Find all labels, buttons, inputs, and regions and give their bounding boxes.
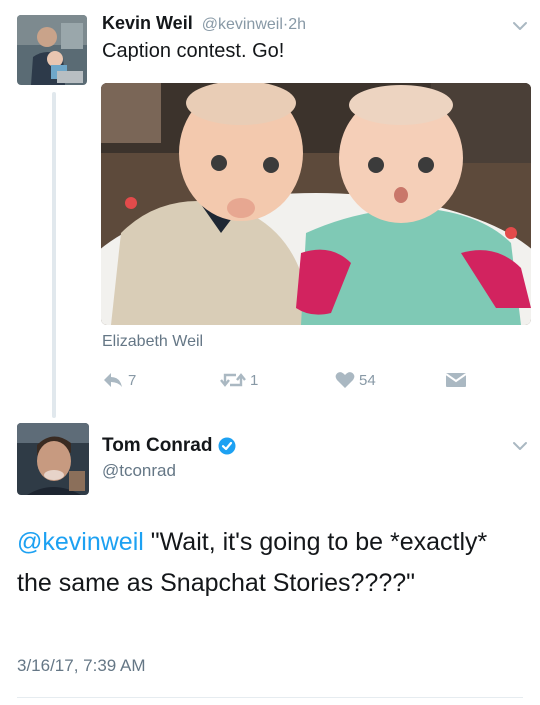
author-handle[interactable]: @kevinweil (202, 16, 283, 33)
reply-icon (104, 373, 122, 387)
chevron-down-icon[interactable] (512, 21, 528, 31)
retweet-button[interactable]: 1 (220, 371, 258, 389)
retweet-count: 1 (250, 371, 259, 389)
divider (17, 697, 523, 698)
tweet-header: Kevin Weil @kevinweil·2h (102, 13, 306, 34)
retweet-icon (220, 373, 246, 387)
like-button[interactable]: 54 (335, 371, 376, 389)
author-name[interactable]: Tom Conrad (102, 435, 212, 457)
verified-badge-icon (218, 437, 236, 455)
avatar-kevin-weil[interactable] (17, 15, 87, 85)
tweet-text: @kevinweil "Wait, it's going to be *exac… (17, 522, 522, 604)
mention-link[interactable]: @kevinweil (17, 528, 144, 556)
tweet-text: Caption contest. Go! (102, 40, 285, 62)
author-name[interactable]: Kevin Weil (102, 13, 193, 33)
tweet-timestamp[interactable]: 3/16/17, 7:39 AM (17, 656, 146, 676)
like-count: 54 (359, 371, 376, 389)
tweet-kevin-weil[interactable]: Kevin Weil @kevinweil·2h Caption contest… (0, 0, 540, 420)
photo-credit[interactable]: Elizabeth Weil (102, 333, 203, 351)
reply-button[interactable]: 7 (102, 371, 136, 389)
heart-icon (335, 372, 355, 388)
author-handle[interactable]: @tconrad (102, 461, 176, 481)
chevron-down-icon[interactable] (512, 441, 528, 451)
direct-message-button[interactable] (445, 371, 467, 389)
author-name-row: Tom Conrad (102, 435, 236, 457)
direct-message-icon (445, 373, 467, 387)
tweet-photo[interactable] (101, 83, 531, 325)
avatar-tom-conrad[interactable] (17, 423, 89, 495)
reply-count: 7 (128, 371, 137, 389)
tweet-time[interactable]: 2h (288, 16, 306, 33)
tweet-actions: 7 1 54 (102, 371, 532, 393)
